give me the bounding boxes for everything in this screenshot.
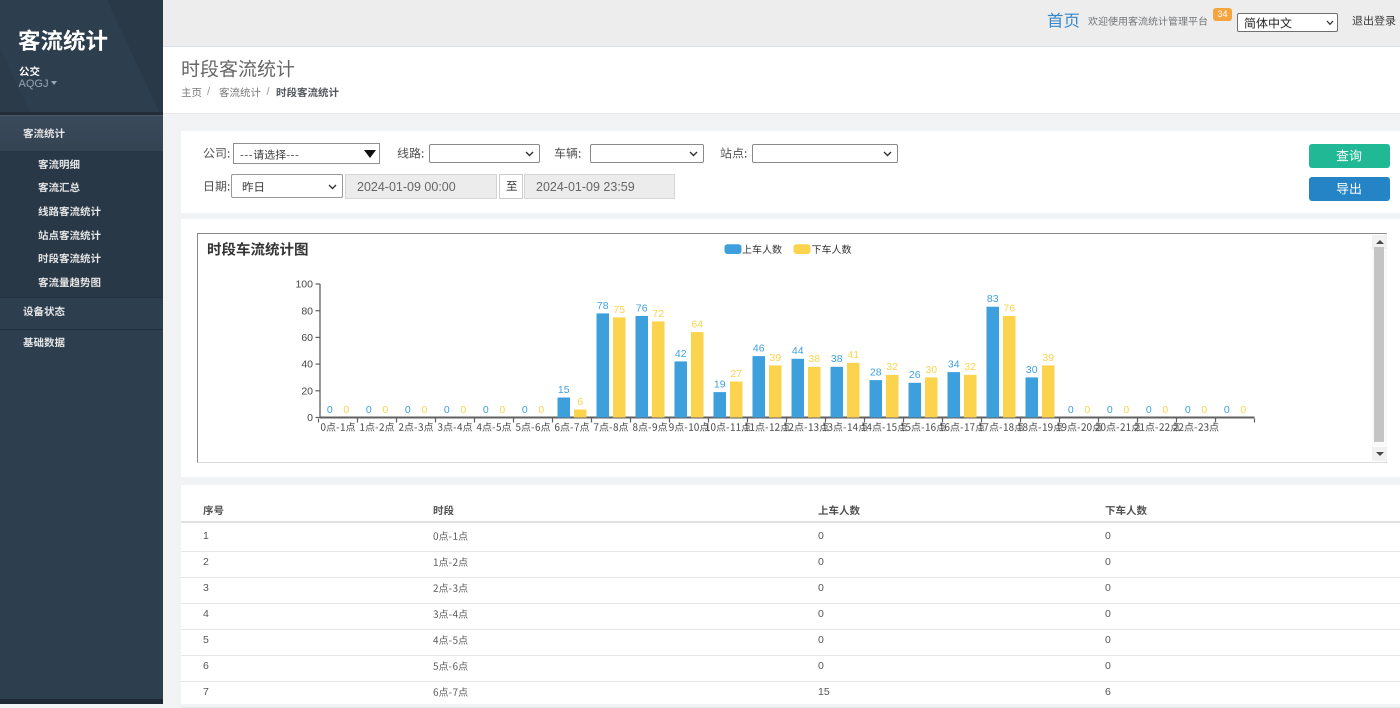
svg-text:0: 0: [1146, 404, 1152, 416]
svg-text:72: 72: [652, 308, 664, 320]
svg-text:39: 39: [769, 352, 781, 364]
svg-text:30: 30: [1026, 364, 1038, 376]
svg-text:0: 0: [307, 412, 313, 424]
svg-text:0: 0: [460, 404, 466, 416]
svg-text:0: 0: [1068, 404, 1074, 416]
svg-text:15: 15: [558, 384, 570, 396]
svg-text:0: 0: [405, 404, 411, 416]
svg-text:0: 0: [1224, 404, 1230, 416]
svg-text:76: 76: [636, 302, 648, 314]
svg-text:60: 60: [301, 332, 313, 344]
svg-text:28: 28: [870, 367, 882, 379]
svg-text:0: 0: [366, 404, 372, 416]
svg-text:30: 30: [925, 364, 937, 376]
svg-text:42: 42: [675, 348, 687, 360]
svg-text:0: 0: [1123, 404, 1129, 416]
svg-text:0: 0: [538, 404, 544, 416]
svg-text:0: 0: [382, 404, 388, 416]
svg-text:46: 46: [753, 343, 765, 355]
svg-text:0: 0: [1185, 404, 1191, 416]
svg-text:19: 19: [714, 379, 726, 391]
svg-text:0: 0: [421, 404, 427, 416]
svg-text:34: 34: [948, 359, 960, 371]
svg-text:0: 0: [483, 404, 489, 416]
svg-text:0: 0: [522, 404, 528, 416]
svg-text:100: 100: [295, 279, 313, 291]
svg-text:0: 0: [1162, 404, 1168, 416]
svg-text:0: 0: [1107, 404, 1113, 416]
svg-text:78: 78: [597, 300, 609, 312]
svg-text:38: 38: [831, 353, 843, 365]
svg-text:76: 76: [1003, 302, 1015, 314]
svg-text:64: 64: [691, 319, 703, 331]
svg-text:0: 0: [444, 404, 450, 416]
svg-text:38: 38: [808, 353, 820, 365]
svg-text:83: 83: [987, 293, 999, 305]
svg-text:0: 0: [1240, 404, 1246, 416]
svg-text:0: 0: [1201, 404, 1207, 416]
svg-text:27: 27: [730, 368, 742, 380]
svg-text:40: 40: [301, 359, 313, 371]
svg-text:80: 80: [301, 305, 313, 317]
svg-text:26: 26: [909, 369, 921, 381]
svg-text:0: 0: [499, 404, 505, 416]
svg-text:32: 32: [964, 361, 976, 373]
svg-text:0: 0: [327, 404, 333, 416]
svg-text:20: 20: [301, 385, 313, 397]
svg-text:41: 41: [847, 349, 859, 361]
svg-text:6: 6: [577, 396, 583, 408]
svg-text:32: 32: [886, 361, 898, 373]
svg-text:44: 44: [792, 345, 804, 357]
svg-text:75: 75: [613, 304, 625, 316]
svg-text:39: 39: [1042, 352, 1054, 364]
svg-text:0: 0: [343, 404, 349, 416]
svg-text:0: 0: [1084, 404, 1090, 416]
